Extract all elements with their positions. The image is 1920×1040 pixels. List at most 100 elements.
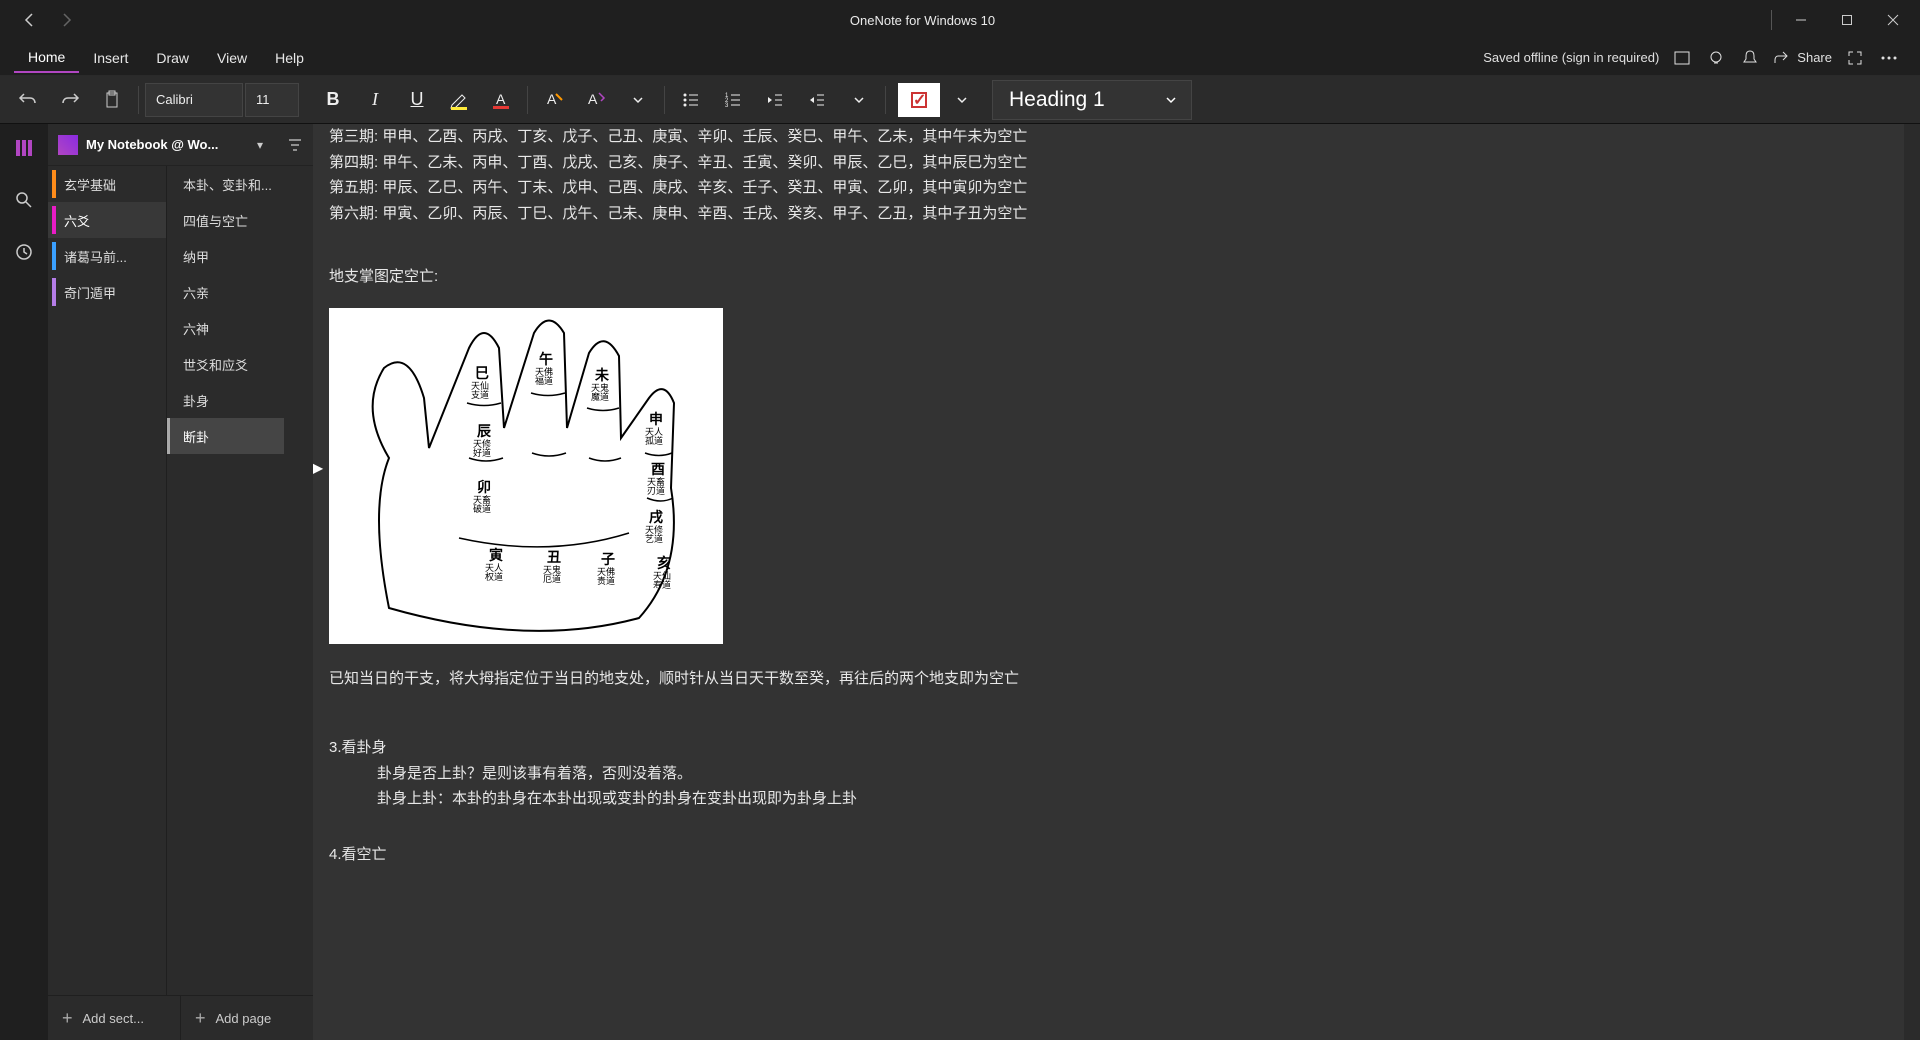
bell-icon[interactable] xyxy=(1733,41,1767,75)
hand-label: 巳 xyxy=(475,366,489,381)
hand-sublabel: 天佛 福道 xyxy=(535,368,553,388)
todo-tag-button[interactable] xyxy=(898,83,940,117)
paragraph-more-dropdown[interactable] xyxy=(839,80,879,120)
share-button[interactable]: Share xyxy=(1767,50,1838,66)
more-icon[interactable] xyxy=(1872,41,1906,75)
page-item[interactable]: 本卦、变卦和... xyxy=(167,166,284,202)
font-size-input[interactable]: 11 xyxy=(245,83,299,117)
font-more-dropdown[interactable] xyxy=(618,80,658,120)
style-dropdown[interactable]: Heading 1 xyxy=(992,80,1192,120)
content-line[interactable]: 第六期: 甲寅、乙卯、丙辰、丁巳、戊午、己未、庚申、辛酉、壬戌、癸亥、甲子、乙丑… xyxy=(329,201,1904,227)
hand-label: 戌 xyxy=(649,510,663,525)
menu-insert[interactable]: Insert xyxy=(79,44,142,72)
share-icon xyxy=(1773,50,1789,66)
hand-label: 卯 xyxy=(477,480,491,495)
page-item[interactable]: 纳甲 xyxy=(167,238,284,274)
recent-rail-icon[interactable] xyxy=(8,236,40,268)
section-color-stripe xyxy=(52,278,56,306)
pages-list: 本卦、变卦和...四值与空亡纳甲六亲六神世爻和应爻卦身断卦 xyxy=(166,166,284,995)
svg-text:A: A xyxy=(547,91,557,107)
hand-sublabel: 天仙 支道 xyxy=(471,382,489,402)
notebooks-rail-icon[interactable] xyxy=(8,132,40,164)
note-canvas[interactable]: ▶ 第三期: 甲申、乙酉、丙戌、丁亥、戊子、己丑、庚寅、辛卯、壬辰、癸巳、甲午、… xyxy=(313,124,1904,1040)
menu-help[interactable]: Help xyxy=(261,44,318,72)
add-section-button[interactable]: + Add sect... xyxy=(48,996,180,1040)
italic-button[interactable]: I xyxy=(355,80,395,120)
content-line[interactable]: 卦身上卦：本卦的卦身在本卦出现或变卦的卦身在变卦出现即为卦身上卦 xyxy=(329,786,1904,812)
section-tab[interactable]: 诸葛马前... xyxy=(48,238,166,274)
page-item[interactable]: 断卦 xyxy=(167,418,284,454)
page-item[interactable]: 六亲 xyxy=(167,274,284,310)
font-color-button[interactable]: A xyxy=(481,80,521,120)
hand-sublabel: 天鬼 魔道 xyxy=(591,384,609,404)
hand-sublabel: 天仙 寿道 xyxy=(653,572,671,592)
collapse-nav-handle[interactable]: ▶ xyxy=(313,456,325,480)
menubar: Home Insert Draw View Help Saved offline… xyxy=(0,40,1920,76)
clipboard-button[interactable] xyxy=(92,80,132,120)
content-line[interactable]: 第五期: 甲辰、乙巳、丙午、丁未、戊申、己酉、庚戌、辛亥、壬子、癸丑、甲寅、乙卯… xyxy=(329,175,1904,201)
checkbox-icon xyxy=(911,92,927,108)
page-item[interactable]: 四值与空亡 xyxy=(167,202,284,238)
svg-text:3: 3 xyxy=(725,103,729,109)
page-item[interactable]: 卦身 xyxy=(167,382,284,418)
content-line[interactable]: 地支掌图定空亡: xyxy=(329,264,1904,290)
section-tab[interactable]: 玄学基础 xyxy=(48,166,166,202)
add-page-label: Add page xyxy=(216,1011,272,1026)
back-button[interactable] xyxy=(16,6,44,34)
content-heading[interactable]: 4.看空亡 xyxy=(329,842,1904,868)
forward-button[interactable] xyxy=(52,6,80,34)
hand-sublabel: 天畜 破道 xyxy=(473,496,491,516)
font-name-input[interactable]: Calibri xyxy=(145,83,243,117)
page-item[interactable]: 世爻和应爻 xyxy=(167,346,284,382)
undo-button[interactable] xyxy=(8,80,48,120)
redo-button[interactable] xyxy=(50,80,90,120)
hand-sublabel: 天畜 刃道 xyxy=(647,478,665,498)
content-line[interactable]: 第四期: 甲午、乙未、丙申、丁酉、戊戌、己亥、庚子、辛丑、壬寅、癸卯、甲辰、乙巳… xyxy=(329,150,1904,176)
style-dropdown-label: Heading 1 xyxy=(1009,88,1105,112)
page-item[interactable]: 六神 xyxy=(167,310,284,346)
section-tab[interactable]: 奇门遁甲 xyxy=(48,274,166,310)
menu-home[interactable]: Home xyxy=(14,43,79,73)
menu-view[interactable]: View xyxy=(203,44,261,72)
hand-label: 辰 xyxy=(477,424,491,439)
close-button[interactable] xyxy=(1870,0,1916,40)
bold-button[interactable]: B xyxy=(313,80,353,120)
section-color-stripe xyxy=(52,206,56,234)
fullscreen-read-icon[interactable] xyxy=(1665,41,1699,75)
add-page-button[interactable]: + Add page xyxy=(180,996,313,1040)
format-painter-button[interactable]: A xyxy=(576,80,616,120)
bulleted-list-button[interactable] xyxy=(671,80,711,120)
section-label: 六爻 xyxy=(64,211,90,230)
content-line[interactable]: 第三期: 甲申、乙酉、丙戌、丁亥、戊子、己丑、庚寅、辛卯、壬辰、癸巳、甲午、乙未… xyxy=(329,124,1904,150)
outdent-button[interactable] xyxy=(755,80,795,120)
save-status: Saved offline (sign in required) xyxy=(1477,50,1665,65)
indent-button[interactable] xyxy=(797,80,837,120)
content-line[interactable]: 卦身是否上卦？是则该事有着落，否则没着落。 xyxy=(329,761,1904,787)
tag-dropdown[interactable] xyxy=(942,80,982,120)
titlebar: OneNote for Windows 10 xyxy=(0,0,1920,40)
hand-label: 丑 xyxy=(547,550,561,565)
plus-icon: + xyxy=(195,1008,206,1029)
section-label: 玄学基础 xyxy=(64,175,116,194)
menu-draw[interactable]: Draw xyxy=(142,44,203,72)
enter-fullscreen-icon[interactable] xyxy=(1838,41,1872,75)
sort-icon[interactable] xyxy=(287,137,303,153)
hand-label: 亥 xyxy=(657,556,671,571)
underline-button[interactable]: U xyxy=(397,80,437,120)
plus-icon: + xyxy=(62,1008,73,1029)
numbered-list-button[interactable]: 123 xyxy=(713,80,753,120)
content-heading[interactable]: 3.看卦身 xyxy=(329,735,1904,761)
content-line[interactable]: 已知当日的干支，将大拇指定位于当日的地支处，顺时针从当日天干数至癸，再往后的两个… xyxy=(329,666,1904,692)
hand-label: 申 xyxy=(649,412,663,427)
search-rail-icon[interactable] xyxy=(8,184,40,216)
maximize-button[interactable] xyxy=(1824,0,1870,40)
hand-sublabel: 天人 孤道 xyxy=(645,428,663,448)
notebook-header[interactable]: My Notebook @ Wo... ▾ xyxy=(48,124,313,166)
section-label: 诸葛马前... xyxy=(64,247,127,266)
highlight-button[interactable] xyxy=(439,80,479,120)
minimize-button[interactable] xyxy=(1778,0,1824,40)
tips-icon[interactable] xyxy=(1699,41,1733,75)
vertical-scrollbar[interactable] xyxy=(1904,124,1920,1040)
clear-format-button[interactable]: A xyxy=(534,80,574,120)
section-tab[interactable]: 六爻 xyxy=(48,202,166,238)
